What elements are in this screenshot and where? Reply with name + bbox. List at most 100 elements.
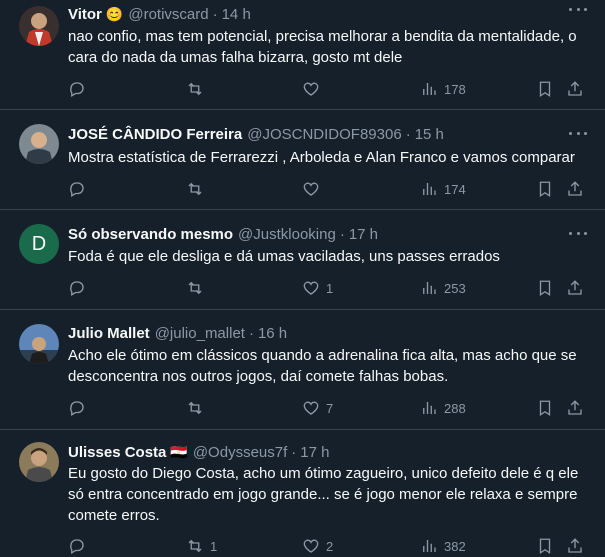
tweet-time[interactable]: 17 h [349, 226, 378, 243]
like-button[interactable]: 1 [302, 278, 333, 298]
reply-icon [70, 401, 84, 416]
bookmark-icon [539, 400, 551, 417]
bookmark-button[interactable] [536, 179, 554, 199]
likes-count: 1 [326, 280, 334, 296]
tweet-actions: 174 [0, 179, 605, 199]
tweet-time[interactable]: 15 h [415, 126, 444, 143]
views-icon [423, 540, 436, 552]
tweet-text: Foda é que ele desliga e dá umas vacilad… [68, 248, 500, 265]
tweet-time[interactable]: 17 h [300, 444, 329, 461]
share-icon [568, 181, 582, 196]
reply-icon [70, 182, 84, 197]
retweet-icon [188, 281, 202, 295]
tweet-actions: 1 253 [0, 278, 605, 298]
share-button[interactable] [566, 536, 584, 556]
author-name[interactable]: JOSÉ CÂNDIDO Ferreira [68, 126, 242, 143]
avatar[interactable] [19, 6, 59, 46]
like-button[interactable] [302, 79, 320, 99]
views-button[interactable]: 382 [420, 536, 466, 556]
views-count: 382 [444, 538, 466, 554]
avatar[interactable] [19, 124, 59, 164]
author-handle[interactable]: @JOSCNDIDOF89306 [247, 126, 401, 143]
retweet-button[interactable] [186, 179, 204, 199]
avatar-letter: D [31, 232, 47, 255]
bookmark-button[interactable] [536, 398, 554, 418]
tweet[interactable]: JOSÉ CÂNDIDO Ferreira @JOSCNDIDOF89306 ·… [0, 110, 605, 210]
tweet-header: JOSÉ CÂNDIDO Ferreira @JOSCNDIDOF89306 ·… [68, 124, 444, 144]
bookmark-button[interactable] [536, 278, 554, 298]
tweet-actions: 7 288 [0, 398, 605, 418]
reply-icon [70, 82, 84, 97]
tweet-text: Acho ele ótimo em clássicos quando a adr… [68, 347, 577, 385]
views-button[interactable]: 253 [420, 278, 466, 298]
views-button[interactable]: 174 [420, 179, 466, 199]
views-icon [423, 282, 436, 294]
more-icon[interactable] [569, 230, 587, 236]
reply-button[interactable] [68, 536, 86, 556]
tweet[interactable]: Ulisses Costa 🇪🇬 @Odysseus7f · 17 h Eu g… [0, 430, 605, 557]
like-button[interactable]: 2 [302, 536, 333, 556]
retweet-button[interactable] [186, 278, 204, 298]
author-name[interactable]: Julio Mallet [68, 325, 150, 342]
tweet-text: Mostra estatística de Ferrarezzi , Arbol… [68, 149, 575, 166]
tweet[interactable]: D Só observando mesmo @Justklooking · 17… [0, 210, 605, 310]
share-button[interactable] [566, 398, 584, 418]
views-count: 288 [444, 400, 466, 416]
separator-dot: · [405, 125, 411, 143]
share-button[interactable] [566, 278, 584, 298]
author-handle[interactable]: @rotivscard [128, 6, 208, 23]
tweet[interactable]: Vitor 😊 @rotivscard · 14 h nao confio, m… [0, 0, 605, 110]
retweet-button[interactable]: 1 [186, 536, 217, 556]
separator-dot: · [291, 443, 297, 461]
like-icon [303, 401, 319, 415]
tweet[interactable]: Julio Mallet @julio_mallet · 16 h Acho e… [0, 310, 605, 430]
separator-dot: · [339, 225, 345, 243]
views-button[interactable]: 288 [420, 398, 466, 418]
retweet-icon [188, 82, 202, 96]
tweet-actions: 178 [0, 79, 605, 99]
bookmark-button[interactable] [536, 79, 554, 99]
retweets-count: 1 [210, 538, 218, 554]
views-count: 178 [444, 81, 466, 97]
tweet-time[interactable]: 14 h [222, 6, 251, 23]
share-icon [568, 538, 582, 553]
like-icon [303, 82, 319, 96]
reply-button[interactable] [68, 278, 86, 298]
avatar[interactable]: D [19, 224, 59, 264]
bookmark-icon [539, 280, 551, 297]
author-emoji: 😊 [105, 5, 124, 22]
author-name[interactable]: Ulisses Costa [68, 444, 166, 461]
share-icon [568, 400, 582, 415]
author-name[interactable]: Só observando mesmo [68, 226, 233, 243]
tweet-header: Ulisses Costa 🇪🇬 @Odysseus7f · 17 h [68, 442, 329, 462]
tweet-text: Eu gosto do Diego Costa, acho um ótimo z… [68, 465, 579, 524]
bookmark-button[interactable] [536, 536, 554, 556]
tweet-header: Vitor 😊 @rotivscard · 14 h [68, 4, 251, 24]
reply-button[interactable] [68, 179, 86, 199]
retweet-button[interactable] [186, 79, 204, 99]
views-icon [423, 402, 436, 414]
author-handle[interactable]: @julio_mallet [155, 325, 245, 342]
like-button[interactable] [302, 179, 320, 199]
views-count: 253 [444, 280, 466, 296]
more-icon[interactable] [569, 130, 587, 136]
views-count: 174 [444, 181, 466, 197]
author-name[interactable]: Vitor [68, 6, 102, 23]
share-button[interactable] [566, 79, 584, 99]
tweet-time[interactable]: 16 h [258, 325, 287, 342]
reply-button[interactable] [68, 79, 86, 99]
more-icon[interactable] [569, 6, 587, 12]
tweet-header: Só observando mesmo @Justklooking · 17 h [68, 224, 378, 244]
reply-icon [70, 539, 84, 554]
tweet-actions: 1 2 382 [0, 536, 605, 556]
likes-count: 7 [326, 400, 334, 416]
reply-button[interactable] [68, 398, 86, 418]
retweet-button[interactable] [186, 398, 204, 418]
views-button[interactable]: 178 [420, 79, 466, 99]
avatar[interactable] [19, 324, 59, 364]
like-button[interactable]: 7 [302, 398, 333, 418]
avatar[interactable] [19, 442, 59, 482]
author-handle[interactable]: @Odysseus7f [193, 444, 287, 461]
share-button[interactable] [566, 179, 584, 199]
author-handle[interactable]: @Justklooking [238, 226, 336, 243]
